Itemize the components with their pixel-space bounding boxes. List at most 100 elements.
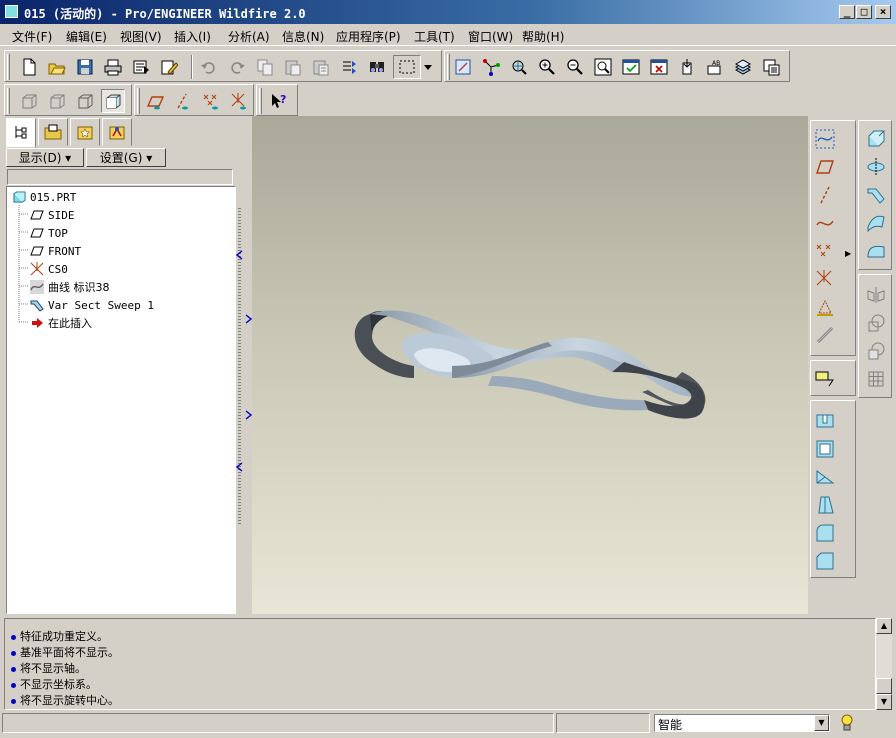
menu-window[interactable]: 窗口(W) [468,28,513,45]
menu-insert[interactable]: 插入(I) [174,28,211,45]
toolbar-grip[interactable] [447,54,450,80]
save-icon[interactable] [73,55,97,79]
tree-item-top[interactable]: TOP [29,224,68,242]
shading-icon[interactable] [101,89,125,113]
tree-item-insert-here[interactable]: 在此插入 [29,314,92,332]
collapse-left-icon[interactable] [236,462,244,472]
paste-icon[interactable] [281,55,305,79]
datum-plane-tool-icon[interactable] [811,155,839,179]
analysis-feature-icon[interactable] [811,295,839,319]
note-tool-icon[interactable] [811,367,839,391]
message-scrollbar[interactable]: ▲ ▼ [876,618,892,710]
view-manager-icon[interactable] [647,55,671,79]
tab-connections[interactable] [102,118,132,146]
repaint-icon[interactable] [451,55,475,79]
menu-help[interactable]: 帮助(H) [522,28,564,45]
datum-curve-tool-icon[interactable] [811,211,839,235]
collapse-left-icon[interactable] [236,250,244,260]
tree-item-front[interactable]: FRONT [29,242,81,260]
menu-edit[interactable]: 编辑(E) [66,28,107,45]
expand-right-icon[interactable] [244,410,252,420]
toolbar-grip[interactable] [7,54,10,80]
redo-icon[interactable] [225,55,249,79]
coordinate-system-tool-icon[interactable] [811,267,839,291]
menu-view[interactable]: 视图(V) [120,28,162,45]
datum-points-display-icon[interactable] [199,89,223,113]
layers-icon[interactable] [675,55,699,79]
copy-icon[interactable] [253,55,277,79]
panel-splitter[interactable] [236,116,252,614]
annotation-icon[interactable]: AB [703,55,727,79]
spin-center-icon[interactable] [479,55,503,79]
toolbar-grip[interactable] [137,88,140,114]
saved-views-icon[interactable] [619,55,643,79]
menu-info[interactable]: 信息(N) [282,28,324,45]
context-help-icon[interactable]: ? [267,89,291,113]
extrude-tool-icon[interactable] [862,127,890,151]
datum-axis-tool-icon[interactable] [811,183,839,207]
merge-tool-icon[interactable] [862,311,890,335]
close-button[interactable]: × [875,5,891,19]
scroll-thumb[interactable] [876,678,892,694]
style-tool-icon[interactable] [862,239,890,263]
selection-box-icon[interactable] [393,55,421,79]
zoom-out-icon[interactable] [563,55,587,79]
lightbulb-icon[interactable] [838,713,856,733]
tree-item-curve[interactable]: 曲线 标识38 [29,278,110,296]
new-file-icon[interactable] [17,55,41,79]
reference-link-icon[interactable] [811,323,839,347]
tree-item-cs0[interactable]: CS0 [29,260,68,278]
sweep-model[interactable] [252,116,808,614]
variable-section-sweep-tool-icon[interactable] [862,183,890,207]
send-mail-icon[interactable] [129,55,153,79]
scroll-down-icon[interactable]: ▼ [876,694,892,710]
refit-icon[interactable] [591,55,615,79]
show-dropdown[interactable]: 显示(D) ▾ [6,148,84,167]
draft-tool-icon[interactable] [811,493,839,517]
tab-folder-browser[interactable] [38,118,68,146]
coordinate-systems-display-icon[interactable] [227,89,251,113]
boundary-blend-tool-icon[interactable] [862,211,890,235]
scroll-up-icon[interactable]: ▲ [876,618,892,634]
regenerate-model-icon[interactable] [337,55,361,79]
orient-mode-icon[interactable] [507,55,531,79]
datum-point-tool-icon[interactable] [811,239,839,263]
settings-dropdown[interactable]: 设置(G) ▾ [86,148,166,167]
trim-tool-icon[interactable] [862,339,890,363]
hole-tool-icon[interactable] [811,409,839,433]
selection-dropdown-icon[interactable] [421,55,435,79]
mirror-tool-icon[interactable] [862,283,890,307]
model-tree-settings-icon[interactable] [759,55,783,79]
pattern-tool-icon[interactable] [862,367,890,391]
chevron-down-icon[interactable]: ▼ [814,715,829,731]
wireframe-icon[interactable] [17,89,41,113]
chamfer-tool-icon[interactable] [811,549,839,573]
toolbar-grip[interactable] [259,88,262,114]
tab-model-tree[interactable] [6,118,36,148]
tree-column-header[interactable] [7,169,233,185]
selection-filter-select[interactable]: 智能 ▼ [654,714,830,732]
print-icon[interactable] [101,55,125,79]
datum-planes-display-icon[interactable] [143,89,167,113]
paste-special-icon[interactable] [309,55,333,79]
datum-axes-display-icon[interactable] [171,89,195,113]
expand-right-icon[interactable] [244,314,252,324]
shell-tool-icon[interactable] [811,437,839,461]
menu-analysis[interactable]: 分析(A) [228,28,270,45]
menu-file[interactable]: 文件(F) [12,28,52,45]
tab-favorites[interactable] [70,118,100,146]
open-file-icon[interactable] [45,55,69,79]
sketched-curve-icon[interactable] [811,127,839,151]
undo-icon[interactable] [197,55,221,79]
layer-tree-icon[interactable] [731,55,755,79]
flyout-arrow-icon[interactable]: ▶ [845,249,851,258]
revolve-tool-icon[interactable] [862,155,890,179]
graphics-window[interactable] [252,116,808,614]
round-tool-icon[interactable] [811,521,839,545]
zoom-in-icon[interactable] [535,55,559,79]
no-hidden-icon[interactable] [73,89,97,113]
minimize-button[interactable]: _ [839,5,855,19]
hidden-line-icon[interactable] [45,89,69,113]
rib-tool-icon[interactable] [811,465,839,489]
maximize-button[interactable]: □ [856,5,872,19]
